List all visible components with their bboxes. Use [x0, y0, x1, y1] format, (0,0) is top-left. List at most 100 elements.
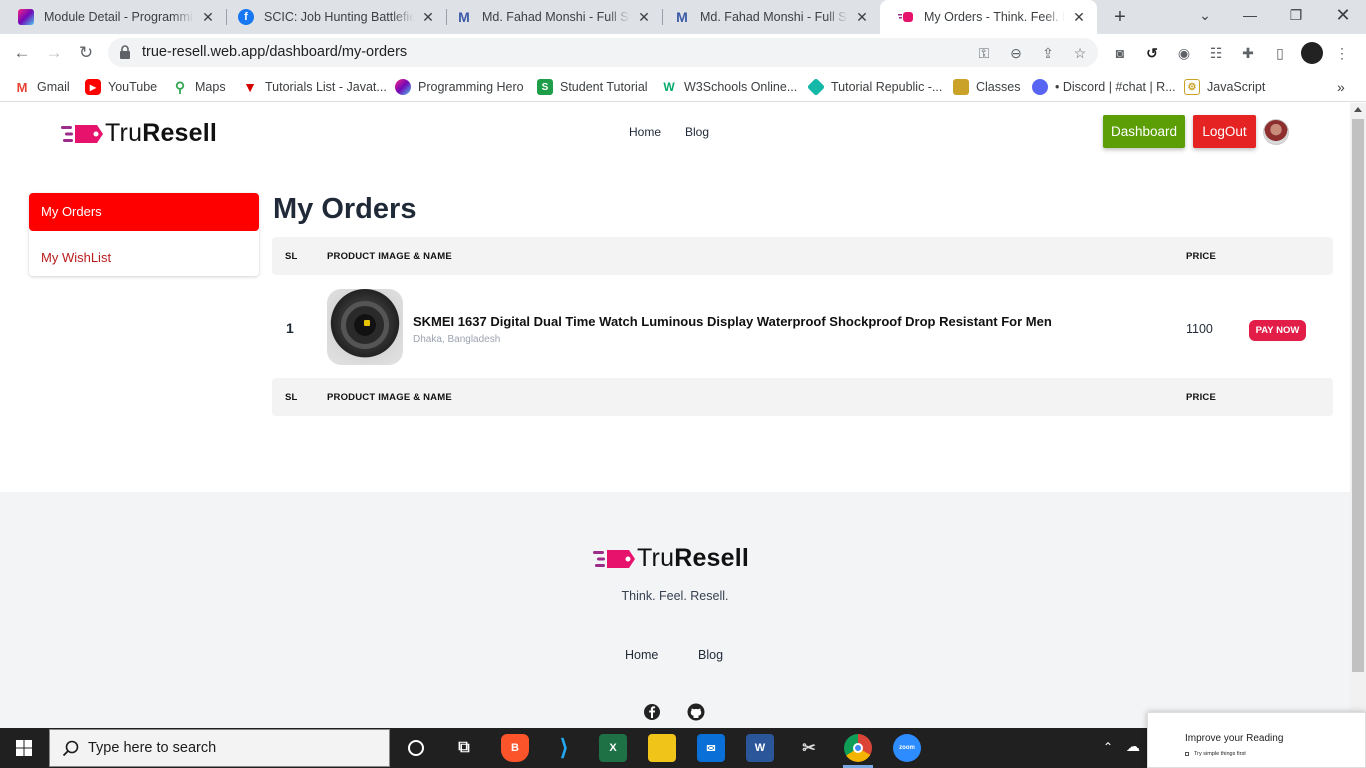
new-tab-icon[interactable]: +	[1109, 6, 1131, 28]
browser-tab-active[interactable]: My Orders - Think. Feel. Rese ✕	[880, 0, 1097, 34]
onedrive-icon[interactable]: ☁	[1126, 738, 1140, 755]
lock-icon	[120, 45, 130, 59]
zoom-icon[interactable]: ⊖	[1006, 43, 1026, 63]
browser-tab[interactable]: Module Detail - Programmin ✕	[0, 0, 226, 34]
bookmark-maps[interactable]: ⚲ Maps	[172, 77, 226, 97]
brave-browser-icon[interactable]: B	[501, 734, 529, 762]
vscode-icon[interactable]: ⟩	[550, 734, 578, 762]
product-price: 1100	[1186, 322, 1213, 336]
close-tab-icon[interactable]: ✕	[200, 9, 216, 25]
programming-hero-icon	[395, 79, 411, 95]
programming-hero-icon	[18, 9, 34, 25]
close-tab-icon[interactable]: ✕	[636, 9, 652, 25]
facebook-icon: f	[238, 9, 254, 25]
search-placeholder: Type here to search	[88, 740, 217, 756]
browser-tab[interactable]: f SCIC: Job Hunting Battlefield ✕	[220, 0, 446, 34]
m-logo-icon: M	[458, 9, 470, 25]
chrome-icon[interactable]	[844, 734, 872, 762]
column-header-sl: SL	[285, 251, 298, 262]
key-icon[interactable]: ⚿	[974, 43, 994, 63]
user-avatar[interactable]	[1263, 119, 1289, 145]
reading-notification[interactable]: Improve your Reading Try simple things f…	[1147, 712, 1366, 768]
gmail-icon: M	[14, 79, 30, 95]
mail-icon[interactable]: ✉	[697, 734, 725, 762]
bookmark-javascript[interactable]: ⚙ JavaScript	[1184, 77, 1265, 97]
task-view-icon[interactable]: ⧉	[450, 734, 478, 762]
back-icon[interactable]: ←	[8, 39, 36, 67]
github-icon[interactable]	[687, 703, 705, 721]
menu-kebab-icon[interactable]: ⋮	[1332, 43, 1352, 63]
footer-tagline: Think. Feel. Resell.	[621, 589, 729, 603]
page-scrollbar[interactable]	[1350, 103, 1366, 728]
close-window-icon[interactable]: ✕	[1320, 0, 1366, 34]
taskbar-search-box[interactable]: Type here to search	[49, 729, 390, 767]
bookmarks-bar: M Gmail ▶ YouTube ⚲ Maps ▼ Tutorials List - …	[0, 71, 1366, 102]
javascript-icon: ⚙	[1184, 79, 1200, 95]
scroll-up-icon[interactable]	[1354, 107, 1362, 112]
bookmark-discord[interactable]: • Discord | #chat | R...	[1032, 77, 1176, 97]
extensions-puzzle-icon[interactable]: ✚	[1238, 43, 1258, 63]
bookmark-javatpoint[interactable]: ▼ Tutorials List - Javat...	[242, 77, 387, 97]
site-logo[interactable]: TruResell	[61, 119, 217, 148]
facebook-icon[interactable]	[643, 703, 661, 721]
sidebar-item-my-wishlist[interactable]: My WishList	[41, 250, 111, 265]
bookmark-youtube[interactable]: ▶ YouTube	[85, 77, 157, 97]
bookmark-star-icon[interactable]: ☆	[1070, 43, 1090, 63]
bookmarks-overflow-icon[interactable]: »	[1337, 77, 1345, 97]
product-name: SKMEI 1637 Digital Dual Time Watch Lumin…	[413, 314, 1052, 329]
logout-button[interactable]: LogOut	[1193, 115, 1256, 148]
pay-now-button[interactable]: PAY NOW	[1249, 320, 1306, 341]
zoom-app-icon[interactable]: zoom	[893, 734, 921, 762]
bookmark-w3schools[interactable]: W W3Schools Online...	[661, 77, 797, 97]
extension-sync-icon[interactable]: ↺	[1142, 43, 1162, 63]
extension-circle-icon[interactable]: ◉	[1174, 43, 1194, 63]
nav-home-link[interactable]: Home	[629, 125, 661, 139]
nav-blog-link[interactable]: Blog	[685, 125, 709, 139]
footer-home-link[interactable]: Home	[625, 648, 658, 662]
close-tab-icon[interactable]: ✕	[420, 9, 436, 25]
column-footer-product: PRODUCT IMAGE & NAME	[327, 392, 452, 403]
sidebar-item-my-orders[interactable]: My Orders	[29, 193, 259, 231]
word-icon[interactable]: W	[746, 734, 774, 762]
url-text: true-resell.web.app/dashboard/my-orders	[142, 44, 408, 60]
bookmark-tutorial-republic[interactable]: Tutorial Republic -...	[806, 77, 942, 97]
dashboard-button[interactable]: Dashboard	[1103, 115, 1185, 148]
address-bar[interactable]: true-resell.web.app/dashboard/my-orders …	[108, 38, 1098, 67]
windows-start-icon[interactable]	[0, 728, 48, 768]
close-tab-icon[interactable]: ✕	[1071, 9, 1087, 25]
excel-icon[interactable]: X	[599, 734, 627, 762]
tray-expand-icon[interactable]: ⌃	[1103, 740, 1113, 754]
classes-icon	[953, 79, 969, 95]
minimize-icon[interactable]: —	[1227, 0, 1273, 34]
forward-icon[interactable]: →	[40, 39, 68, 67]
column-footer-price: PRICE	[1186, 392, 1217, 403]
profile-avatar-icon[interactable]	[1301, 42, 1323, 64]
camera-icon[interactable]: ◙	[1110, 43, 1130, 63]
product-image[interactable]	[327, 289, 403, 365]
close-tab-icon[interactable]: ✕	[854, 9, 870, 25]
dashboard-sidebar: My Orders My WishList	[29, 193, 259, 276]
footer-blog-link[interactable]: Blog	[698, 648, 723, 662]
bookmark-student-tutorial[interactable]: S Student Tutorial	[537, 77, 648, 97]
footer-brand-name: TruResell	[637, 544, 750, 572]
footer-logo[interactable]: TruResell	[593, 544, 749, 573]
youtube-icon: ▶	[85, 79, 101, 95]
file-explorer-icon[interactable]	[648, 734, 676, 762]
browser-tab[interactable]: M Md. Fahad Monshi - Full Stac ✕	[438, 0, 662, 34]
side-panel-icon[interactable]: ▯	[1270, 43, 1290, 63]
restore-icon[interactable]: ❐	[1273, 0, 1319, 34]
reload-icon[interactable]: ↻	[72, 39, 100, 67]
snipping-tool-icon[interactable]: ✂	[795, 734, 823, 762]
javatpoint-icon: ▼	[243, 79, 257, 95]
truresell-icon	[898, 9, 914, 25]
share-icon[interactable]: ⇪	[1038, 43, 1058, 63]
extension-list-icon[interactable]: ☷	[1206, 43, 1226, 63]
bookmark-classes[interactable]: Classes	[953, 77, 1020, 97]
tab-search-icon[interactable]: ⌄	[1182, 0, 1228, 34]
cortana-icon[interactable]	[402, 734, 430, 762]
bookmark-programming-hero[interactable]: Programming Hero	[395, 77, 524, 97]
table-header: SL PRODUCT IMAGE & NAME PRICE	[272, 237, 1333, 275]
browser-tab[interactable]: M Md. Fahad Monshi - Full Stac ✕	[656, 0, 880, 34]
scrollbar-thumb[interactable]	[1352, 119, 1364, 672]
bookmark-gmail[interactable]: M Gmail	[14, 77, 70, 97]
